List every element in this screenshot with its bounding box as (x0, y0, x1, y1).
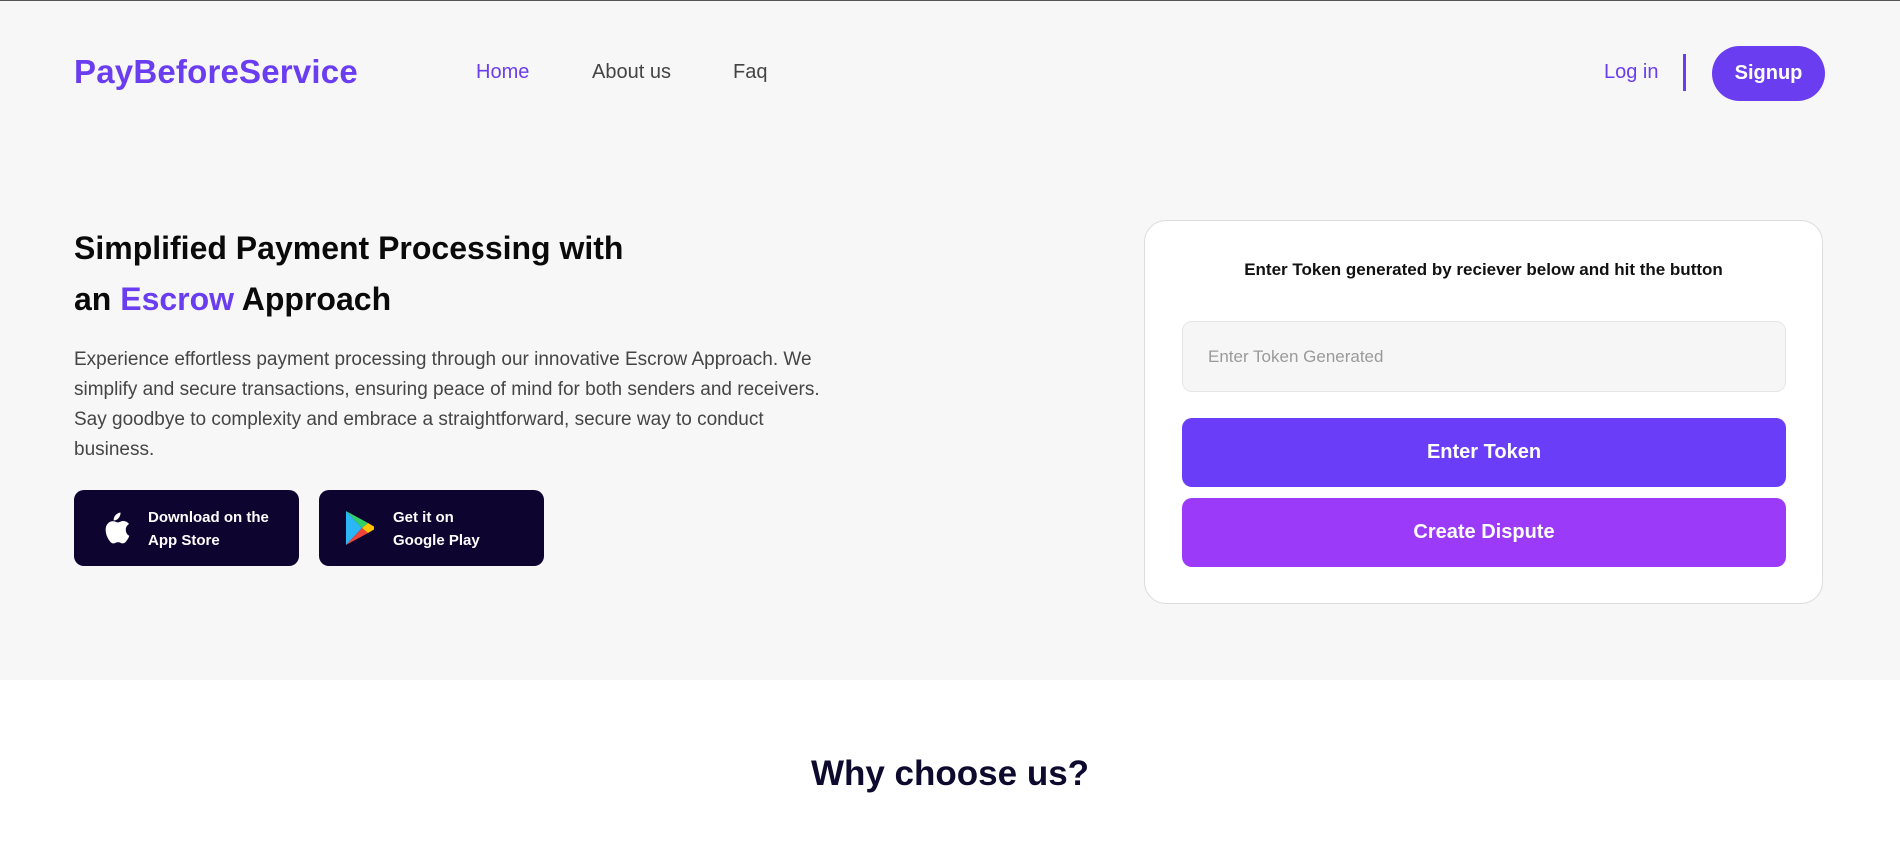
apple-icon (105, 512, 130, 544)
hero-headline: Simplified Payment Processing with an Es… (74, 223, 774, 325)
signup-button[interactable]: Signup (1712, 46, 1825, 101)
hero-section: PayBeforeService Home About us Faq Log i… (0, 1, 1900, 680)
headline-line2-prefix: an (74, 281, 121, 317)
google-play-button[interactable]: Get it on Google Play (319, 490, 544, 566)
brand-logo[interactable]: PayBeforeService (74, 53, 358, 91)
nav-home[interactable]: Home (476, 61, 529, 84)
google-play-line1: Get it on (393, 509, 454, 526)
app-store-line1: Download on the (148, 509, 269, 526)
nav-faq[interactable]: Faq (733, 61, 767, 84)
google-play-icon (346, 511, 374, 545)
headline-line2-suffix: Approach (234, 281, 392, 317)
headline-line1: Simplified Payment Processing with (74, 230, 624, 266)
google-play-line2: Google Play (393, 532, 480, 549)
google-play-text: Get it on Google Play (393, 506, 480, 552)
token-card-title: Enter Token generated by reciever below … (1244, 260, 1723, 279)
why-choose-us-title: Why choose us? (810, 754, 1090, 793)
token-card: Enter Token generated by reciever below … (1144, 220, 1823, 604)
login-link[interactable]: Log in (1604, 61, 1659, 84)
app-store-line2: App Store (148, 532, 220, 549)
token-input[interactable] (1182, 321, 1786, 392)
app-store-button[interactable]: Download on the App Store (74, 490, 299, 566)
nav-divider (1683, 54, 1686, 91)
hero-description: Experience effortless payment processing… (74, 349, 820, 460)
headline-accent: Escrow (120, 281, 235, 317)
nav-about-us[interactable]: About us (592, 61, 671, 84)
create-dispute-button[interactable]: Create Dispute (1182, 498, 1786, 567)
enter-token-button[interactable]: Enter Token (1182, 418, 1786, 487)
app-store-text: Download on the App Store (148, 506, 269, 552)
